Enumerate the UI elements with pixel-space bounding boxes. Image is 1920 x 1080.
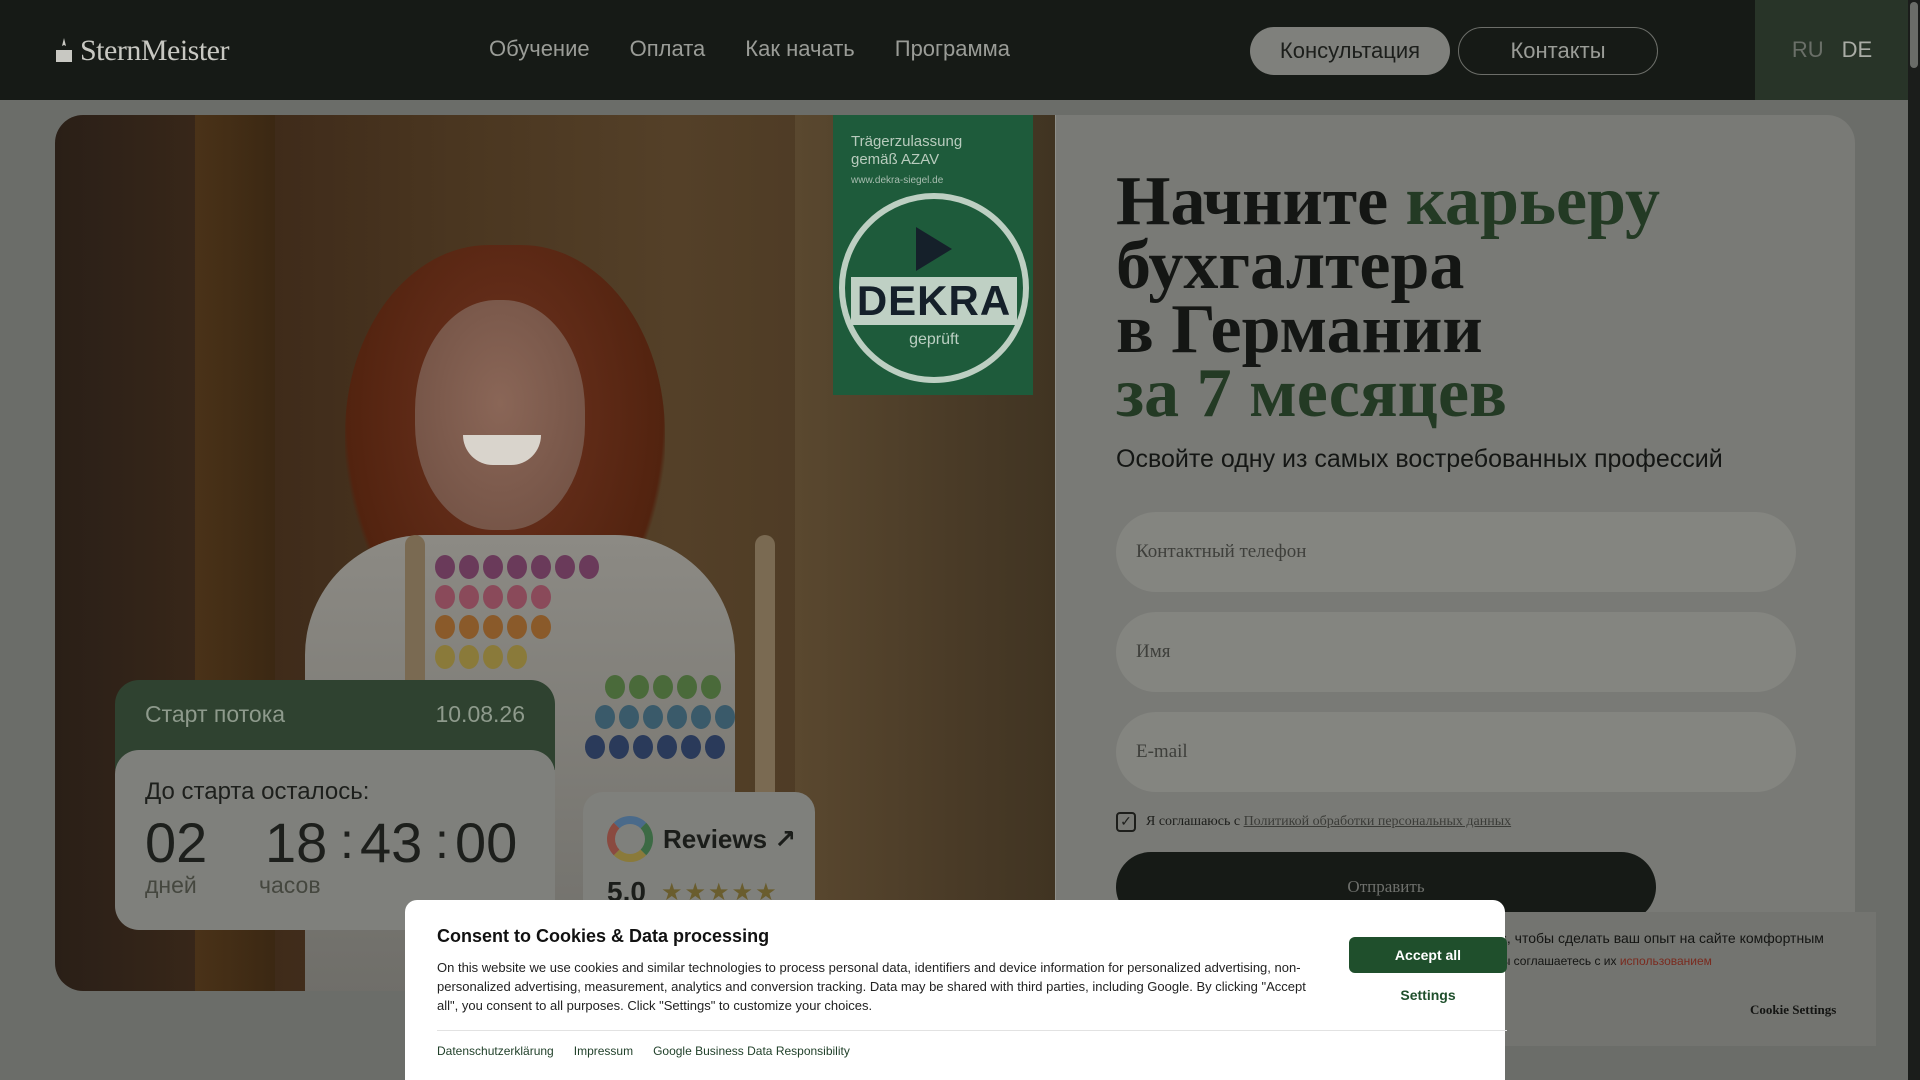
dekra-title: Trägerzulassung gemäß AZAV <box>851 133 963 168</box>
dekra-sub: geprüft <box>909 331 959 348</box>
abacus-row <box>435 555 599 579</box>
countdown-title: До старта осталось: <box>145 778 370 805</box>
scrollbar-thumb[interactable] <box>1910 2 1918 68</box>
privacy-policy-link[interactable]: Политикой обработки персональных данных <box>1244 814 1512 829</box>
nav-item-payment[interactable]: Оплата <box>630 36 706 62</box>
stream-date: 10.08.26 <box>435 701 525 727</box>
person-face <box>415 300 585 530</box>
scrollbar[interactable] <box>1908 0 1920 1080</box>
nav-item-program[interactable]: Программа <box>895 36 1010 62</box>
email-input[interactable] <box>1116 712 1796 792</box>
dekra-badge: Trägerzulassung gemäß AZAV www.dekra-sie… <box>833 115 1033 395</box>
dekra-logo-icon <box>916 227 952 271</box>
abacus-row <box>605 675 721 699</box>
arrow-up-right-icon: ↗ <box>774 824 797 854</box>
countdown-separator: : <box>435 813 449 869</box>
countdown-seconds: 00 <box>455 811 518 874</box>
consultation-button[interactable]: Консультация <box>1250 27 1450 75</box>
google-data-link[interactable]: Google Business Data Responsibility <box>653 1044 850 1058</box>
nav-item-how-to-start[interactable]: Как начать <box>745 36 854 62</box>
language-switcher: RU DE <box>1755 0 1909 100</box>
cookie-usage-link[interactable]: использованием <box>1620 954 1712 968</box>
reviews-label: Reviews ↗ <box>663 824 797 854</box>
logo[interactable]: SternMeister <box>54 34 229 68</box>
divider <box>437 1030 1507 1031</box>
countdown-minutes: 43 <box>360 811 423 874</box>
consent-settings-button[interactable]: Settings <box>1349 982 1507 1008</box>
privacy-link[interactable]: Datenschutzerklärung <box>437 1044 554 1058</box>
dekra-seal: DEKRA geprüft <box>839 193 1029 383</box>
cookie-settings-button[interactable]: Cookie Settings <box>1750 1002 1836 1018</box>
logo-icon <box>56 38 72 62</box>
consent-checkbox-row: ✓ Я соглашаюсь с Политикой обработки пер… <box>1116 812 1511 832</box>
headline-accent: за 7 месяцев <box>1116 355 1507 432</box>
main-nav: Обучение Оплата Как начать Программа <box>489 36 1010 62</box>
lang-ru[interactable]: RU <box>1792 37 1824 63</box>
accept-all-button[interactable]: Accept all <box>1349 937 1507 973</box>
dekra-brand: DEKRA <box>850 277 1018 325</box>
abacus-row <box>435 645 527 669</box>
consent-body: On this website we use cookies and simil… <box>437 960 1306 1013</box>
cookie-banner-text: », вы соглашаетесь с их использованием <box>1482 954 1712 968</box>
countdown-days-label: дней <box>145 872 197 898</box>
google-icon <box>607 816 653 862</box>
countdown-hours-label: часов <box>259 872 321 898</box>
countdown-separator: : <box>340 813 354 869</box>
abacus-row <box>435 615 551 639</box>
nav-item-training[interactable]: Обучение <box>489 36 590 62</box>
countdown-hours: 18 <box>265 811 328 874</box>
subheadline: Освойте одну из самых востребованных про… <box>1116 445 1723 473</box>
abacus-row <box>595 705 735 729</box>
impressum-link[interactable]: Impressum <box>574 1044 633 1058</box>
signup-panel: Начните карьеру бухгалтера в Германии за… <box>1055 115 1855 991</box>
consent-dialog: Consent to Cookies & Data processing On … <box>405 900 1507 1080</box>
countdown-days: 02 <box>145 811 208 874</box>
lang-de[interactable]: DE <box>1842 37 1873 63</box>
agree-checkbox[interactable]: ✓ <box>1116 812 1136 832</box>
stream-label: Старт потока <box>145 701 286 727</box>
abacus-row <box>585 735 725 759</box>
site-header: SternMeister Обучение Оплата Как начать … <box>0 0 1909 100</box>
consent-links: Datenschutzerklärung Impressum Google Bu… <box>437 1044 850 1058</box>
consent-title: Consent to Cookies & Data processing <box>437 926 770 946</box>
cookie-banner-text: kies, чтобы сделать ваш опыт на сайте ко… <box>1482 930 1824 946</box>
contacts-button[interactable]: Контакты <box>1458 27 1658 75</box>
phone-input[interactable] <box>1116 512 1796 592</box>
logo-text: SternMeister <box>80 34 229 67</box>
abacus-row <box>435 585 551 609</box>
name-input[interactable] <box>1116 612 1796 692</box>
page-title: Начните карьеру бухгалтера в Германии за… <box>1116 163 1661 432</box>
dekra-url: www.dekra-siegel.de <box>851 175 944 186</box>
agree-text: Я соглашаюсь с Политикой обработки персо… <box>1146 814 1512 829</box>
